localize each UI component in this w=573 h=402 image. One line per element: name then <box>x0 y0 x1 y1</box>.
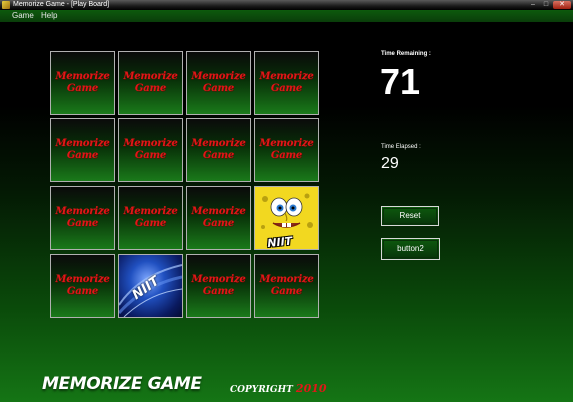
card-logo-line2: Game <box>270 150 303 161</box>
menu-game[interactable]: Game <box>12 10 34 22</box>
card-logo-line1: Memorize <box>191 138 246 149</box>
app-icon <box>2 1 10 9</box>
card-logo-line1: Memorize <box>123 71 178 82</box>
card-hidden[interactable]: Memorize Game <box>186 51 251 115</box>
card-hidden[interactable]: Memorize Game <box>118 51 183 115</box>
brand-logo-text: MEMORIZE GAME <box>42 374 202 394</box>
card-logo-line1: Memorize <box>191 71 246 82</box>
close-button[interactable]: ✕ <box>553 1 571 9</box>
card-hidden[interactable]: Memorize Game <box>118 186 183 250</box>
card-logo-line1: Memorize <box>55 71 110 82</box>
card-logo-line1: Memorize <box>55 138 110 149</box>
minimize-button[interactable]: – <box>527 1 539 9</box>
time-remaining-value: 71 <box>380 61 421 102</box>
card-hidden[interactable]: Memorize Game <box>186 186 251 250</box>
card-logo-line2: Game <box>66 150 99 161</box>
card-logo-line2: Game <box>134 150 167 161</box>
card-logo-line1: Memorize <box>191 206 246 217</box>
card-logo-line1: Memorize <box>191 274 246 285</box>
card-logo-line2: Game <box>66 286 99 297</box>
card-logo-line2: Game <box>66 218 99 229</box>
card-logo-line2: Game <box>202 218 235 229</box>
card-logo-line2: Game <box>270 83 303 94</box>
reset-button[interactable]: Reset <box>381 206 439 226</box>
card-logo-line1: Memorize <box>55 206 110 217</box>
card-logo-line1: Memorize <box>259 274 314 285</box>
card-hidden[interactable]: Memorize Game <box>186 118 251 182</box>
card-logo-line2: Game <box>66 83 99 94</box>
title-bar: Memorize Game - [Play Board] – □ ✕ <box>0 0 573 10</box>
sponge-card-caption-text: NIIT <box>266 234 293 250</box>
card-logo-line2: Game <box>202 83 235 94</box>
card-hidden[interactable]: Memorize Game <box>254 118 319 182</box>
menu-bar: Game Help <box>0 10 573 22</box>
card-hidden[interactable]: Memorize Game <box>254 254 319 318</box>
card-revealed-niit[interactable]: NIIT <box>118 254 183 318</box>
menu-help[interactable]: Help <box>41 10 57 22</box>
card-logo-line2: Game <box>202 286 235 297</box>
copyright-year: 2010 <box>295 382 327 395</box>
card-logo-line2: Game <box>134 83 167 94</box>
card-logo-line1: Memorize <box>123 138 178 149</box>
card-hidden[interactable]: Memorize Game <box>50 186 115 250</box>
card-logo-line1: Memorize <box>259 138 314 149</box>
card-logo-line2: Game <box>134 218 167 229</box>
maximize-button[interactable]: □ <box>540 1 552 9</box>
card-hidden[interactable]: Memorize Game <box>254 51 319 115</box>
card-hidden[interactable]: Memorize Game <box>118 118 183 182</box>
copyright-text: COPYRIGHT 2010 <box>230 382 327 395</box>
time-elapsed-label: Time Elapsed : <box>381 144 421 150</box>
button2[interactable]: button2 <box>381 238 440 260</box>
time-elapsed-value: 29 <box>381 155 399 172</box>
card-hidden[interactable]: Memorize Game <box>186 254 251 318</box>
card-logo-line1: Memorize <box>259 71 314 82</box>
card-logo-line1: Memorize <box>55 274 110 285</box>
card-hidden[interactable]: Memorize Game <box>50 118 115 182</box>
card-logo-line1: Memorize <box>123 206 178 217</box>
window-title: Memorize Game - [Play Board] <box>13 1 110 8</box>
card-revealed-sponge[interactable]: NIIT <box>254 186 319 250</box>
time-remaining-label: Time Remaining : <box>381 51 431 57</box>
card-logo-line2: Game <box>270 286 303 297</box>
card-hidden[interactable]: Memorize Game <box>50 51 115 115</box>
copyright-label: COPYRIGHT <box>230 385 293 395</box>
card-logo-line2: Game <box>202 150 235 161</box>
play-board: Memorize Game Memorize Game Memorize Gam… <box>0 22 573 402</box>
card-hidden[interactable]: Memorize Game <box>50 254 115 318</box>
